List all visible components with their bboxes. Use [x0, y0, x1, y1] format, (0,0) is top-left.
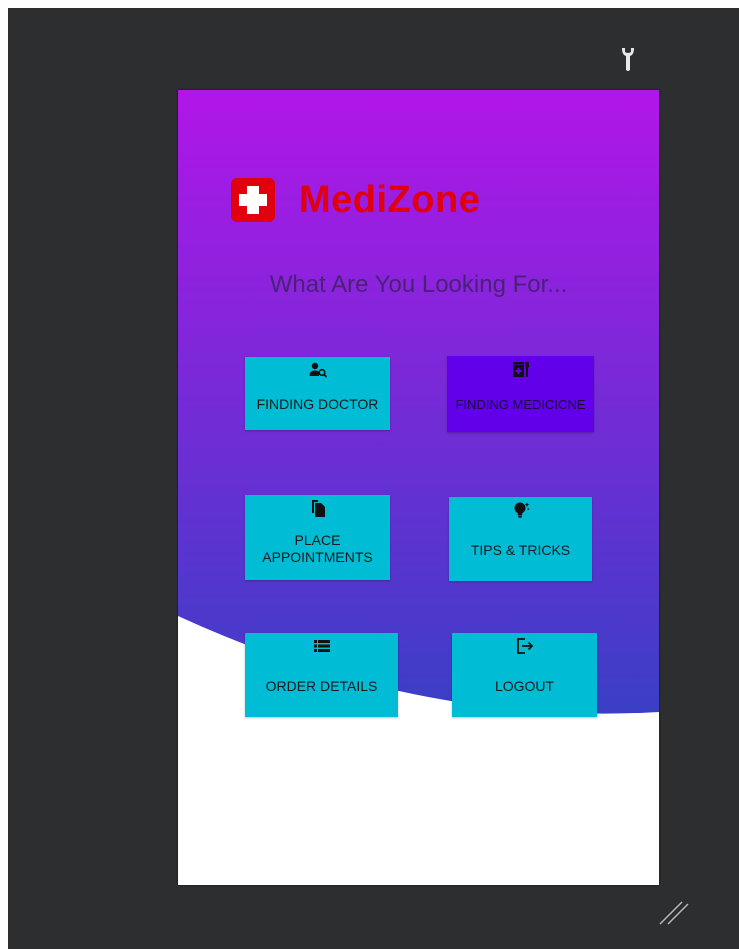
- list-icon: [313, 640, 330, 652]
- brand-name: MediZone: [299, 179, 481, 221]
- medical-kit-icon: [512, 362, 529, 377]
- tile-label: FINDING MEDICICNE: [455, 397, 586, 412]
- phone-screen: MediZone What Are You Looking For... FIN…: [178, 90, 659, 885]
- tile-label: ORDER DETAILS: [265, 677, 378, 694]
- tile-label: TIPS & TRICKS: [470, 541, 571, 558]
- medical-cross-logo-icon: [231, 178, 275, 222]
- logout-icon: [516, 638, 533, 654]
- brand-header: MediZone: [231, 178, 480, 222]
- page-prompt: What Are You Looking For...: [269, 271, 568, 298]
- device-preview-workspace: MediZone What Are You Looking For... FIN…: [8, 8, 739, 949]
- finding-doctor-button[interactable]: FINDING DOCTOR: [245, 357, 390, 430]
- place-appointments-button[interactable]: PLACE APPOINTMENTS: [245, 495, 390, 580]
- documents-icon: [311, 500, 325, 517]
- tips-tricks-button[interactable]: TIPS & TRICKS: [449, 497, 592, 581]
- finding-medicine-button[interactable]: FINDING MEDICICNE: [447, 356, 594, 432]
- logout-button[interactable]: LOGOUT: [452, 633, 597, 717]
- order-details-button[interactable]: ORDER DETAILS: [245, 633, 398, 717]
- person-search-icon: [309, 362, 327, 378]
- tile-label: LOGOUT: [494, 677, 555, 694]
- lightbulb-icon: [514, 502, 529, 518]
- wrench-icon[interactable]: [620, 46, 636, 72]
- tile-label: PLACE APPOINTMENTS: [262, 531, 373, 565]
- tile-label: FINDING DOCTOR: [256, 396, 379, 412]
- resize-grip-icon[interactable]: [658, 886, 698, 926]
